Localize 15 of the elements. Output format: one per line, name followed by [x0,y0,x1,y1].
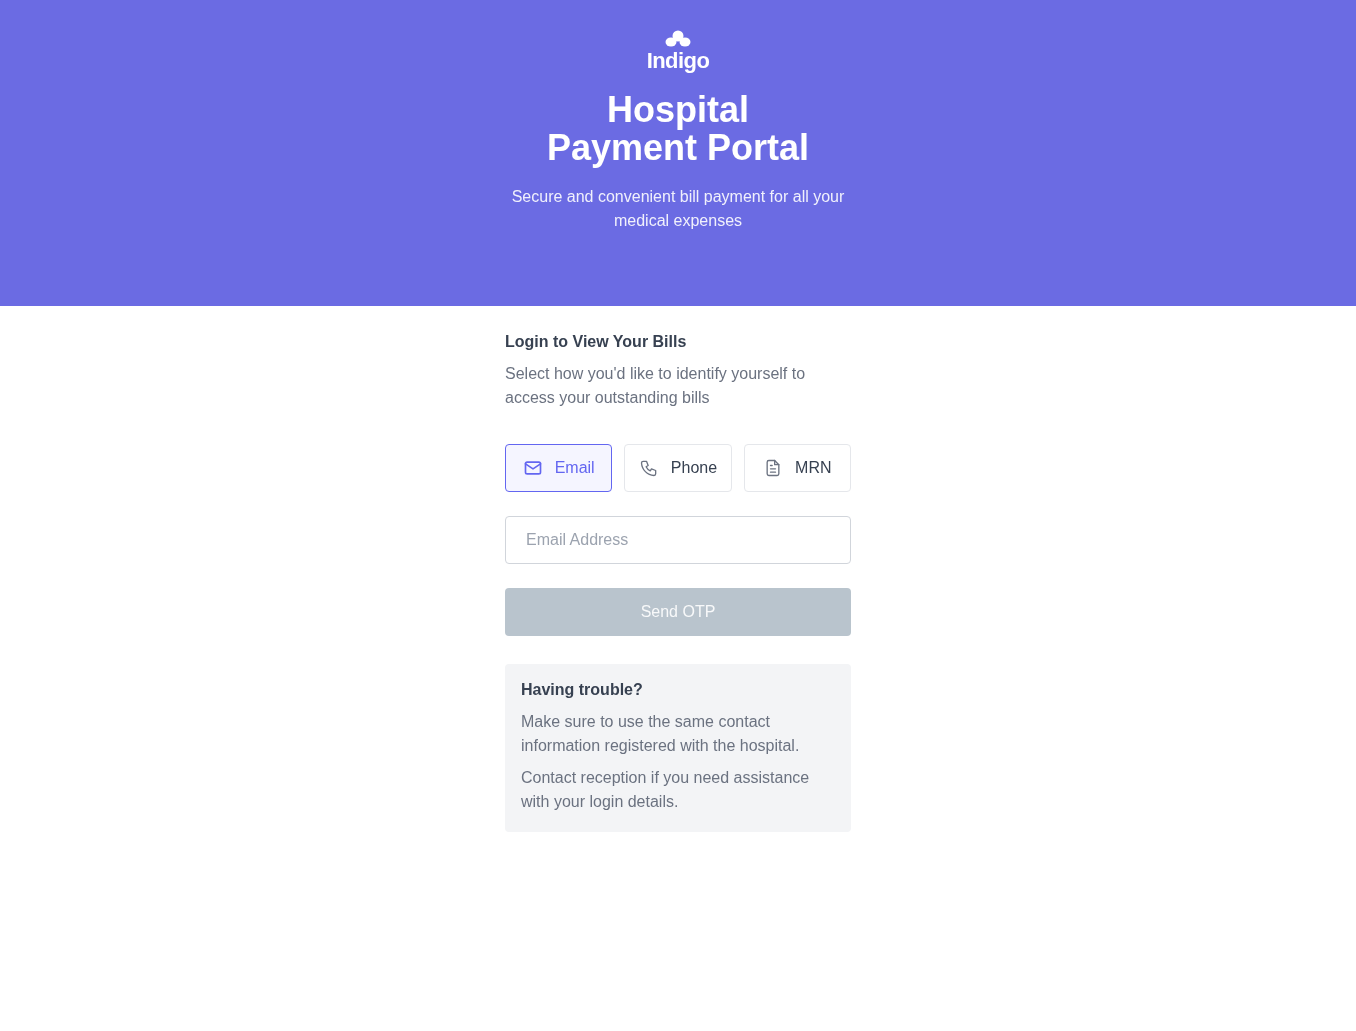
login-method-tab[interactable]: MRN [743,444,851,492]
envelope-icon [522,458,543,478]
logo-icon [665,30,691,48]
brand-name: Indigo [646,48,710,74]
page-title: Hospital Payment Portal [546,91,810,167]
login-method-tab[interactable]: Phone [624,444,732,492]
login-title: Login to View Your Bills [505,332,688,352]
subtitle: Secure and convenient bill payment for all your medical expenses [510,187,846,231]
email-field[interactable]: Email Address [505,516,851,564]
login-description: Select how you'd like to identify yourself to access your outstanding bills [505,364,807,408]
help-text: Make sure to use the same contact information registered with the hospital. [521,712,801,756]
help-text: Contact reception if you need assistance with your login details. [521,768,811,812]
phone-icon [638,458,659,478]
login-method-tab[interactable]: Email [505,444,613,492]
help-title: Having trouble? [521,680,644,700]
